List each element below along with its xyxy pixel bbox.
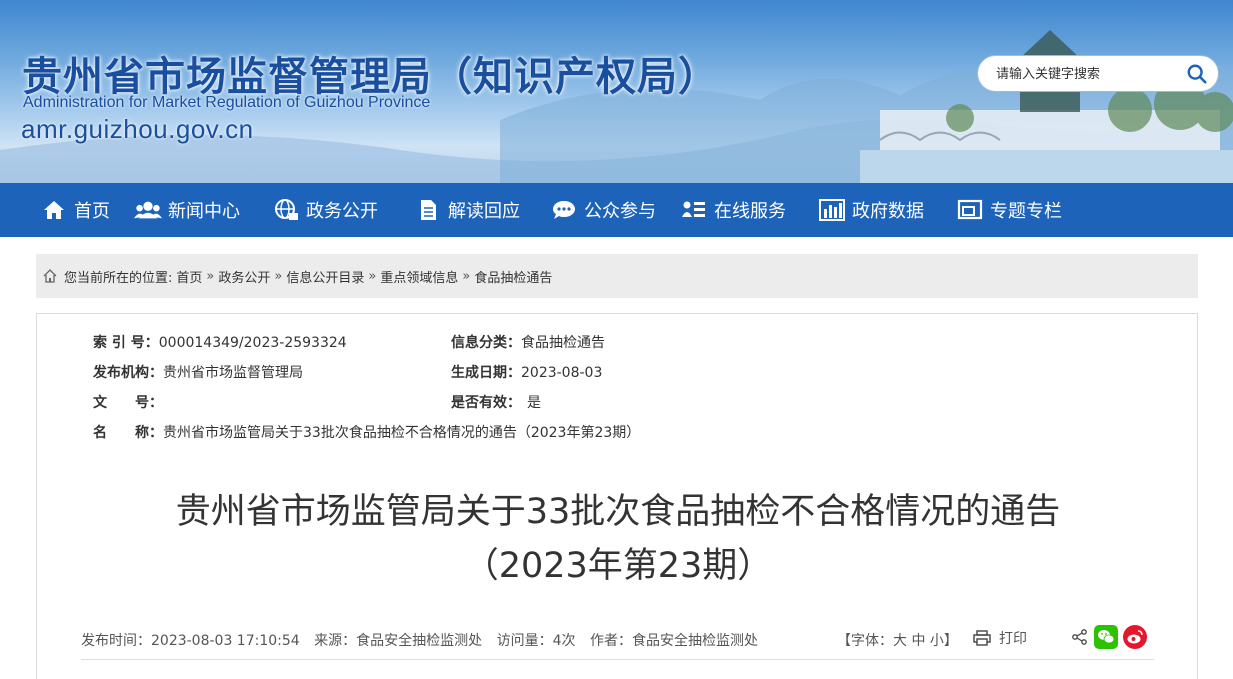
nav-online-service[interactable]: 在线服务 <box>680 183 786 237</box>
nav-label: 新闻中心 <box>168 201 240 222</box>
main-nav: 首页 新闻中心 政务公开 解读回应 公众参与 在线服务 政府数据 专题专栏 <box>0 183 1233 237</box>
font-size-bracket: 】 <box>943 633 958 649</box>
printer-icon <box>973 630 991 646</box>
nav-label: 政府数据 <box>852 201 924 222</box>
home-outline-icon <box>43 269 57 283</box>
font-medium-button[interactable]: 中 <box>911 633 925 649</box>
people-icon <box>134 198 162 222</box>
meta-docno-label: 文 号： <box>93 395 163 411</box>
print-label: 打印 <box>999 631 1027 647</box>
wechat-share-icon[interactable] <box>1094 625 1118 649</box>
breadcrumb-current[interactable]: 食品抽检通告 <box>474 267 552 286</box>
globe-icon <box>272 198 300 222</box>
meta-publisher-label: 发布机构： <box>93 365 163 381</box>
document-title-line2: （2023年第23期） <box>463 546 773 586</box>
meta-name-value: 贵州省市场监管局关于33批次食品抽检不合格情况的通告（2023年第23期） <box>163 425 641 441</box>
font-large-button[interactable]: 大 <box>893 633 907 649</box>
author: 作者：食品安全抽检监测处 <box>589 633 758 649</box>
weibo-share-icon[interactable] <box>1123 625 1147 649</box>
meta-index: 索 引 号：000014349/2023-2593324 <box>93 332 347 352</box>
bar-chart-icon <box>818 198 846 222</box>
breadcrumb-separator: » <box>274 268 283 284</box>
nav-home[interactable]: 首页 <box>40 183 110 237</box>
document-icon <box>414 198 442 222</box>
search-input[interactable] <box>996 64 1176 84</box>
nav-label: 政务公开 <box>306 201 378 222</box>
article-info: 发布时间：2023-08-03 17:10:54 来源：食品安全抽检监测处 访问… <box>81 630 768 650</box>
document-title-line1: 贵州省市场监管局关于33批次食品抽检不合格情况的通告 <box>175 492 1061 532</box>
nav-participation[interactable]: 公众参与 <box>550 183 656 237</box>
breadcrumb-separator: » <box>368 268 377 284</box>
nav-gov-data[interactable]: 政府数据 <box>818 183 924 237</box>
nav-gov-affairs[interactable]: 政务公开 <box>272 183 378 237</box>
breadcrumb-prefix: 您当前所在的位置: <box>64 270 173 286</box>
site-header: 贵州省市场监督管理局（知识产权局） Administration for Mar… <box>0 0 1233 183</box>
search-box <box>977 55 1219 92</box>
breadcrumb-home[interactable]: 首页 <box>176 267 202 286</box>
meta-index-value: 000014349/2023-2593324 <box>158 335 347 351</box>
meta-category-value: 食品抽检通告 <box>521 335 605 351</box>
nav-label: 公众参与 <box>584 201 656 222</box>
share-icon[interactable] <box>1071 628 1089 646</box>
nav-label: 解读回应 <box>448 201 520 222</box>
breadcrumb: 您当前所在的位置: 首页 » 政务公开 » 信息公开目录 » 重点领域信息 » … <box>36 254 1198 298</box>
meta-date: 生成日期：2023-08-03 <box>451 362 602 382</box>
meta-docno: 文 号： <box>93 392 163 412</box>
nav-special-topics[interactable]: 专题专栏 <box>956 183 1062 237</box>
nav-label: 专题专栏 <box>990 201 1062 222</box>
meta-publisher-value: 贵州省市场监督管理局 <box>163 365 303 381</box>
meta-category-label: 信息分类： <box>451 335 521 351</box>
meta-valid: 是否有效： 是 <box>451 392 541 412</box>
window-icon <box>956 198 984 222</box>
share-bar <box>1071 625 1147 649</box>
breadcrumb-separator: » <box>462 268 471 284</box>
nav-label: 在线服务 <box>714 201 786 222</box>
font-size-control: 【字体：大 中 小】 <box>837 630 958 650</box>
meta-date-value: 2023-08-03 <box>521 365 603 381</box>
font-size-label: 【字体： <box>837 633 893 649</box>
article-info-bar: 发布时间：2023-08-03 17:10:54 来源：食品安全抽检监测处 访问… <box>81 620 1154 660</box>
meta-name-label: 名 称： <box>93 425 163 441</box>
meta-valid-value: 是 <box>527 395 541 411</box>
person-list-icon <box>680 198 708 222</box>
site-title-en: Administration for Market Regulation of … <box>23 94 431 111</box>
publish-time: 发布时间：2023-08-03 17:10:54 <box>81 633 300 649</box>
nav-interpretation[interactable]: 解读回应 <box>414 183 520 237</box>
site-domain: amr.guizhou.gov.cn <box>21 114 254 144</box>
search-icon[interactable] <box>1186 63 1208 85</box>
chat-icon <box>550 198 578 222</box>
font-small-button[interactable]: 小 <box>930 633 944 649</box>
meta-index-label: 索 引 号： <box>93 335 159 351</box>
meta-date-label: 生成日期： <box>451 365 521 381</box>
nav-label: 首页 <box>74 201 110 222</box>
nav-news[interactable]: 新闻中心 <box>134 183 240 237</box>
meta-name: 名 称：贵州省市场监管局关于33批次食品抽检不合格情况的通告（2023年第23期… <box>93 422 640 442</box>
article-panel: 索 引 号：000014349/2023-2593324 信息分类：食品抽检通告… <box>36 313 1198 679</box>
home-icon <box>40 198 68 222</box>
meta-publisher: 发布机构：贵州省市场监督管理局 <box>93 362 303 382</box>
source: 来源：食品安全抽检监测处 <box>314 633 483 649</box>
visit-count: 访问量：4次 <box>496 633 576 649</box>
meta-valid-label: 是否有效： <box>451 395 521 411</box>
meta-category: 信息分类：食品抽检通告 <box>451 332 605 352</box>
breadcrumb-catalog[interactable]: 信息公开目录 <box>286 267 364 286</box>
breadcrumb-gov-affairs[interactable]: 政务公开 <box>218 267 270 286</box>
print-button[interactable]: 打印 <box>973 628 1027 648</box>
breadcrumb-key-areas[interactable]: 重点领域信息 <box>380 267 458 286</box>
breadcrumb-separator: » <box>206 268 215 284</box>
